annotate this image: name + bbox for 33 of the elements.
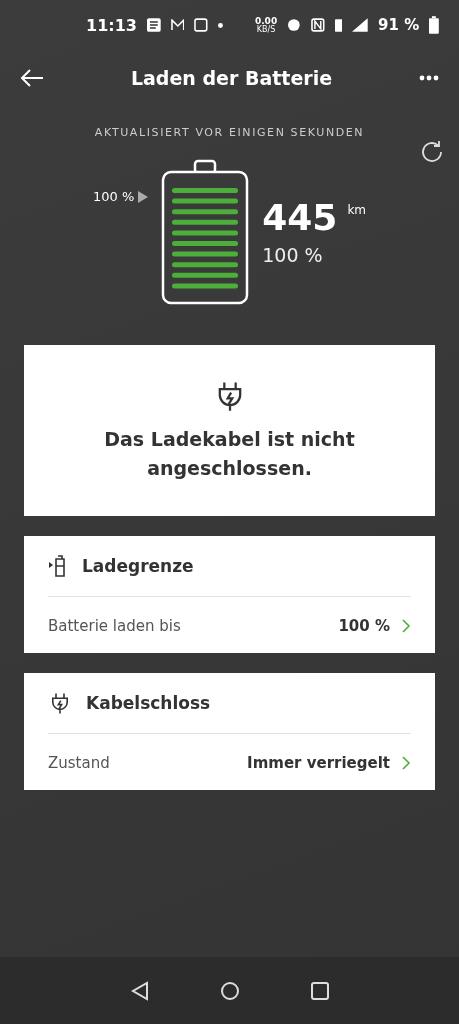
range-value: 445 <box>262 197 338 238</box>
setting-label: Zustand <box>48 754 110 772</box>
chevron-icon[interactable] <box>402 756 411 770</box>
recents-icon[interactable] <box>309 980 330 1001</box>
range-unit: km <box>347 203 367 217</box>
chevron-icon[interactable] <box>402 619 411 633</box>
update-status: AKTUALISIERT VOR EINIGEN SEKUNDEN <box>94 126 365 139</box>
section-title: Ladegrenze <box>82 556 194 576</box>
setting-value[interactable]: Immer verriegelt <box>247 754 390 772</box>
refresh-icon[interactable] <box>419 139 445 165</box>
charge-percent: 100 % <box>262 244 324 266</box>
back-icon[interactable] <box>129 980 150 1001</box>
signal-icon <box>352 18 369 32</box>
data-rate: 0.00 <box>254 16 278 26</box>
data-unit: KB/S <box>256 25 276 34</box>
battery-percent: 91 % <box>378 16 420 34</box>
back-arrow-icon[interactable] <box>20 68 44 88</box>
nfc-icon <box>310 18 325 32</box>
setting-label: Batterie laden bis <box>48 617 181 635</box>
message-icon <box>146 18 161 32</box>
clock-time: 11:13 <box>86 15 137 35</box>
page-title: Laden der Batterie <box>130 67 333 89</box>
section-title: Kabelschloss <box>86 693 211 713</box>
battery-limit-icon <box>48 554 68 578</box>
dot-icon <box>218 22 223 28</box>
setting-value[interactable]: 100 % <box>338 617 390 635</box>
more-icon[interactable] <box>419 75 439 81</box>
charge-limit-label: 100 % <box>92 189 135 204</box>
cable-message: Das Ladekabel ist nicht angeschlossen. <box>103 427 356 481</box>
marker-icon <box>138 190 149 203</box>
mail-icon <box>170 19 185 31</box>
battery-icon <box>429 16 439 34</box>
home-icon[interactable] <box>219 980 240 1001</box>
